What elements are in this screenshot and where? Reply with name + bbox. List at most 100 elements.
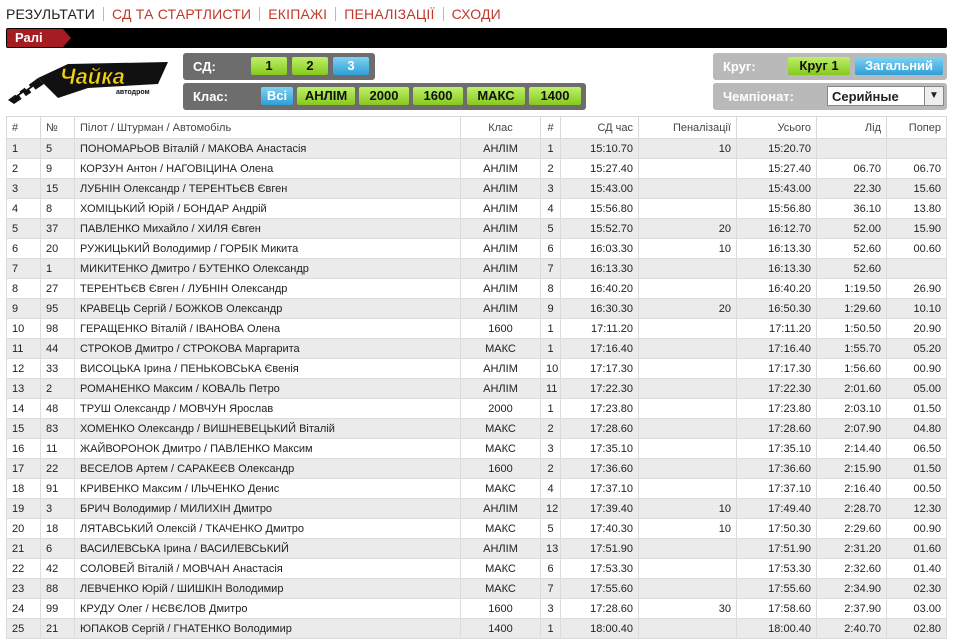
nav-penalties[interactable]: ПЕНАЛІЗАЦІЇ <box>336 6 442 22</box>
cell-crew: КРАВЕЦЬ Сергій / БОЖКОВ Олександр <box>74 298 461 319</box>
cell-number: 9 <box>40 158 75 179</box>
cell-total: 16:40.20 <box>736 278 817 299</box>
header-class-position[interactable]: # <box>540 116 561 139</box>
header-class[interactable]: Клас <box>460 116 541 139</box>
cell-sd-time: 17:22.30 <box>560 378 639 399</box>
header-total[interactable]: Усього <box>736 116 817 139</box>
cell-sd-time: 15:27.40 <box>560 158 639 179</box>
championship-select[interactable]: Серийные ▼ <box>827 86 944 106</box>
header-prev-gap[interactable]: Попер <box>886 116 947 139</box>
cell-total: 15:43.00 <box>736 178 817 199</box>
table-row[interactable]: 21 6 ВАСИЛЕВСЬКА Ірина / ВАСИЛЕВСЬКИЙ АНЛІМ… <box>6 538 947 559</box>
table-row[interactable]: 19 3 БРИЧ Володимир / МИЛИХІН Дмитро АНЛІМ 1… <box>6 498 947 519</box>
table-row[interactable]: 7 1 МИКИТЕНКО Дмитро / БУТЕНКО Олександр АН… <box>6 258 947 279</box>
cell-total: 17:23.80 <box>736 398 817 419</box>
cell-leader-gap: 2:29.60 <box>816 518 887 539</box>
cell-class: АНЛІМ <box>460 198 541 219</box>
cell-crew: ТРУШ Олександр / МОВЧУН Ярослав <box>74 398 461 419</box>
class-button-2000[interactable]: 2000 <box>359 87 409 105</box>
table-row[interactable]: 6 20 РУЖИЦЬКИЙ Володимир / ГОРБІК Микита АН… <box>6 238 947 259</box>
cell-position: 3 <box>6 178 41 199</box>
table-row[interactable]: 20 18 ЛЯТАВСЬКИЙ Олексій / ТКАЧЕНКО Дмитро… <box>6 518 947 539</box>
table-row[interactable]: 10 98 ГЕРАЩЕНКО Віталій / ІВАНОВА Олена 160… <box>6 318 947 339</box>
header-penalties[interactable]: Пеналізації <box>638 116 737 139</box>
class-button-anlim[interactable]: АНЛІМ <box>297 87 355 105</box>
cell-prev-gap: 06.50 <box>886 438 947 459</box>
sd-button-2[interactable]: 2 <box>292 57 328 75</box>
cell-penalties <box>638 438 737 459</box>
table-row[interactable]: 13 2 РОМАНЕНКО Максим / КОВАЛЬ Петро АНЛІМ 1… <box>6 378 947 399</box>
cell-prev-gap: 12.30 <box>886 498 947 519</box>
cell-position: 23 <box>6 578 41 599</box>
cell-total: 17:50.30 <box>736 518 817 539</box>
cell-class: АНЛІМ <box>460 178 541 199</box>
cell-penalties <box>638 258 737 279</box>
cell-prev-gap: 00.50 <box>886 478 947 499</box>
cell-crew: ЖАЙВОРОНОК Дмитро / ПАВЛЕНКО Максим <box>74 438 461 459</box>
table-row[interactable]: 18 91 КРИВЕНКО Максим / ІЛЬЧЕНКО Денис МАКС… <box>6 478 947 499</box>
sd-button-3[interactable]: 3 <box>333 57 369 75</box>
cell-class: АНЛІМ <box>460 158 541 179</box>
table-row[interactable]: 4 8 ХОМІЦЬКИЙ Юрій / БОНДАР Андрій АНЛІМ 4 15… <box>6 198 947 219</box>
nav-crews[interactable]: ЕКІПАЖІ <box>260 6 335 22</box>
header-number[interactable]: № <box>40 116 75 139</box>
table-row[interactable]: 9 95 КРАВЕЦЬ Сергій / БОЖКОВ Олександр АНЛІ… <box>6 298 947 319</box>
cell-crew: ПАВЛЕНКО Михайло / ХИЛЯ Євген <box>74 218 461 239</box>
header-sd-time[interactable]: СД час <box>560 116 639 139</box>
class-button-all[interactable]: Всі <box>261 87 293 105</box>
table-row[interactable]: 17 22 ВЕСЕЛОВ Артем / САРАКЕЄВ Олександр 16… <box>6 458 947 479</box>
nav-startlists[interactable]: СД ТА СТАРТЛИСТИ <box>104 6 259 22</box>
cell-class-position: 1 <box>540 398 561 419</box>
table-row[interactable]: 8 27 ТЕРЕНТЬЄВ Євген / ЛУБНІН Олександр АНЛ… <box>6 278 947 299</box>
class-button-1400[interactable]: 1400 <box>529 87 581 105</box>
table-row[interactable]: 16 11 ЖАЙВОРОНОК Дмитро / ПАВЛЕНКО Максим М… <box>6 438 947 459</box>
cell-position: 9 <box>6 298 41 319</box>
sd-button-1[interactable]: 1 <box>251 57 287 75</box>
lap-button-1[interactable]: Круг 1 <box>788 57 850 75</box>
header-position[interactable]: # <box>6 116 41 139</box>
championship-filter-panel: Чемпіонат: Серийные ▼ <box>713 83 947 110</box>
cell-position: 1 <box>6 138 41 159</box>
lap-button-overall[interactable]: Загальний <box>855 57 943 75</box>
top-nav: РЕЗУЛЬТАТИ СД ТА СТАРТЛИСТИ ЕКІПАЖІ ПЕНА… <box>6 4 509 24</box>
table-row[interactable]: 5 37 ПАВЛЕНКО Михайло / ХИЛЯ Євген АНЛІМ 5 15… <box>6 218 947 239</box>
cell-leader-gap: 2:03.10 <box>816 398 887 419</box>
cell-prev-gap: 01.60 <box>886 538 947 559</box>
cell-number: 42 <box>40 558 75 579</box>
cell-sd-time: 17:16.40 <box>560 338 639 359</box>
class-button-maks[interactable]: МАКС <box>467 87 525 105</box>
table-row[interactable]: 11 44 СТРОКОВ Дмитро / СТРОКОВА Маргарита М… <box>6 338 947 359</box>
cell-penalties <box>638 578 737 599</box>
table-row[interactable]: 1 5 ПОНОМАРЬОВ Віталій / МАКОВА Анастасія А… <box>6 138 947 159</box>
cell-class-position: 7 <box>540 578 561 599</box>
cell-total: 16:13.30 <box>736 258 817 279</box>
table-row[interactable]: 25 21 ЮПАКОВ Сергій / ГНАТЕНКО Володимир 14… <box>6 618 947 639</box>
cell-class: АНЛІМ <box>460 538 541 559</box>
cell-class-position: 4 <box>540 478 561 499</box>
table-row[interactable]: 23 88 ЛЕВЧЕНКО Юрій / ШИШКІН Володимир МАКС… <box>6 578 947 599</box>
results-body: 1 5 ПОНОМАРЬОВ Віталій / МАКОВА Анастасія А… <box>6 138 947 639</box>
cell-leader-gap: 06.70 <box>816 158 887 179</box>
table-row[interactable]: 3 15 ЛУБНІН Олександр / ТЕРЕНТЬЄВ Євген АНЛ… <box>6 178 947 199</box>
table-row[interactable]: 14 48 ТРУШ Олександр / МОВЧУН Ярослав 2000 1… <box>6 398 947 419</box>
cell-sd-time: 16:13.30 <box>560 258 639 279</box>
cell-prev-gap: 04.80 <box>886 418 947 439</box>
class-button-1600[interactable]: 1600 <box>413 87 463 105</box>
cell-penalties <box>638 458 737 479</box>
table-row[interactable]: 15 83 ХОМЕНКО Олександр / ВИШНЕВЕЦЬКИЙ Віт… <box>6 418 947 439</box>
table-row[interactable]: 2 9 КОРЗУН Антон / НАГОВІЦИНА Олена АНЛІМ 2 1… <box>6 158 947 179</box>
cell-crew: КОРЗУН Антон / НАГОВІЦИНА Олена <box>74 158 461 179</box>
cell-prev-gap: 01.40 <box>886 558 947 579</box>
header-leader-gap[interactable]: Лід <box>816 116 887 139</box>
nav-retirements[interactable]: СХОДИ <box>444 6 509 22</box>
table-row[interactable]: 12 33 ВИСОЦЬКА Ірина / ПЕНЬКОВСЬКА Євенія А… <box>6 358 947 379</box>
cell-leader-gap: 2:14.40 <box>816 438 887 459</box>
header-crew[interactable]: Пілот / Штурман / Автомобіль <box>74 116 461 139</box>
table-row[interactable]: 24 99 КРУДУ Олег / НЄВЄЛОВ Дмитро 1600 3 17:2… <box>6 598 947 619</box>
nav-results[interactable]: РЕЗУЛЬТАТИ <box>6 6 103 22</box>
table-row[interactable]: 22 42 СОЛОВЕЙ Віталій / МОВЧАН Анастасія МА… <box>6 558 947 579</box>
section-tag[interactable]: Ралі <box>7 29 63 47</box>
cell-class: МАКС <box>460 418 541 439</box>
cell-leader-gap: 52.60 <box>816 238 887 259</box>
chevron-down-icon[interactable]: ▼ <box>924 87 943 105</box>
